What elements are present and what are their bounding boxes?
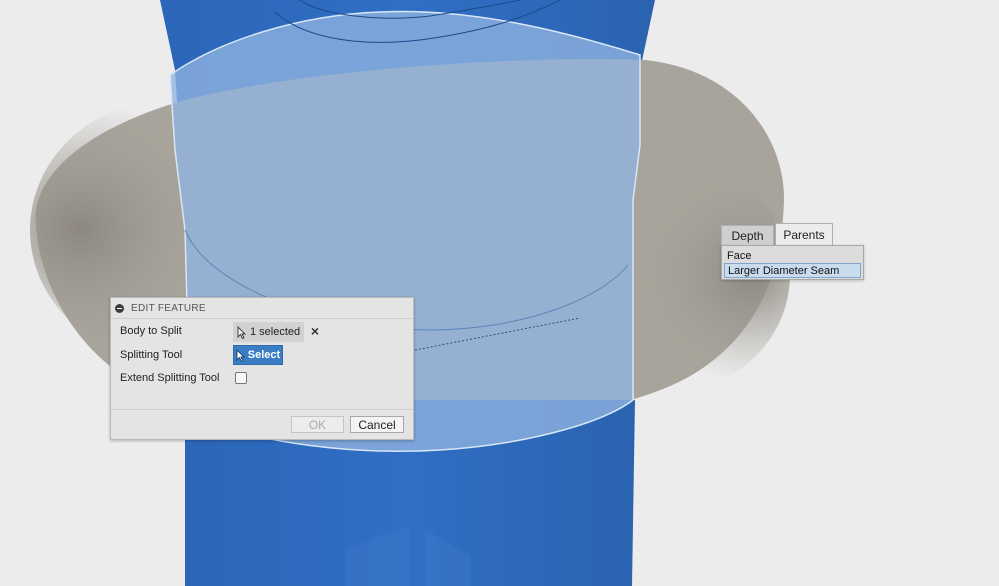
tab-parents[interactable]: Parents — [775, 223, 833, 245]
selection-count: 1 selected — [250, 326, 301, 338]
collapse-icon[interactable] — [115, 303, 124, 313]
list-item-face[interactable]: Face — [724, 248, 861, 263]
clear-selection-icon[interactable]: × — [309, 324, 321, 338]
extend-splitting-tool-label: Extend Splitting Tool — [120, 372, 220, 384]
ok-button[interactable]: OK — [291, 416, 344, 433]
3d-viewport[interactable] — [0, 0, 999, 586]
tab-depth[interactable]: Depth — [721, 225, 774, 246]
dialog-footer: OK Cancel — [111, 409, 413, 439]
body-to-split-selection[interactable]: 1 selected — [233, 322, 305, 342]
selection-candidate-list: Face Larger Diameter Seam — [721, 245, 864, 280]
dialog-title: EDIT FEATURE — [131, 302, 206, 314]
edit-feature-dialog: EDIT FEATURE Body to Split 1 selected × … — [110, 297, 414, 440]
splitting-tool-select-button[interactable]: Select — [233, 345, 283, 365]
cursor-arrow-icon — [236, 348, 245, 362]
cancel-button[interactable]: Cancel — [350, 416, 404, 433]
splitting-tool-label: Splitting Tool — [120, 349, 183, 361]
extend-splitting-tool-checkbox[interactable] — [235, 372, 247, 384]
selection-filter-popup: Depth Parents Face Larger Diameter Seam — [720, 223, 865, 281]
select-button-label: Select — [247, 349, 281, 361]
cursor-arrow-icon — [237, 325, 246, 339]
dialog-header: EDIT FEATURE — [111, 298, 413, 319]
list-item-larger-diameter-seam[interactable]: Larger Diameter Seam — [724, 263, 861, 278]
body-to-split-label: Body to Split — [120, 325, 182, 337]
